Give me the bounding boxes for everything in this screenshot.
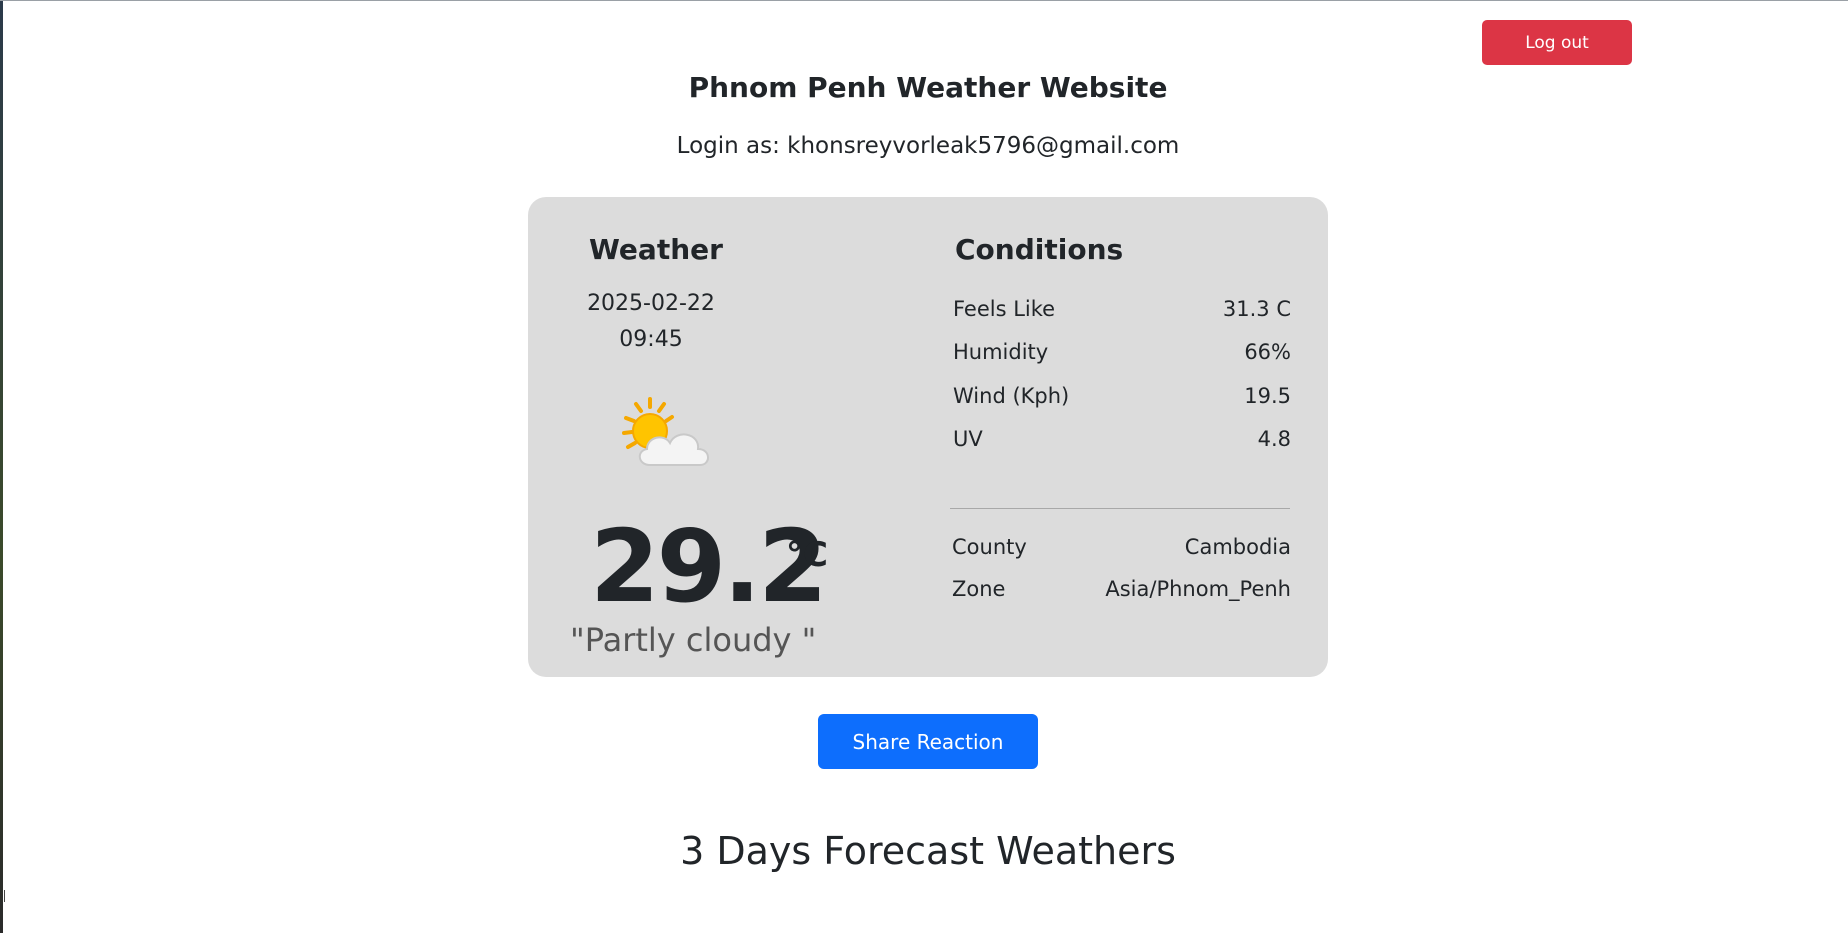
- condition-label: Wind (Kph): [953, 384, 1070, 408]
- condition-value: 19.5: [1244, 384, 1291, 408]
- conditions-divider: [950, 508, 1290, 509]
- login-status: Login as: khonsreyvorleak5796@gmail.com: [676, 133, 1180, 159]
- partly-cloudy-icon: [614, 393, 724, 473]
- condition-text: "Partly cloudy ": [570, 621, 817, 659]
- logout-button[interactable]: Log out: [1482, 20, 1632, 65]
- weather-date: 2025-02-22: [587, 291, 715, 316]
- condition-row-humidity: Humidity 66%: [953, 340, 1291, 370]
- condition-value: 31.3 C: [1222, 297, 1291, 321]
- weather-time: 09:45: [619, 327, 683, 352]
- condition-label: Humidity: [953, 340, 1049, 364]
- weather-heading: Weather: [589, 233, 723, 266]
- page: Log out Phnom Penh Weather Website Login…: [0, 0, 1848, 933]
- temperature-unit: °C: [786, 535, 828, 575]
- conditions-heading: Conditions: [955, 233, 1124, 266]
- condition-row-uv: UV 4.8: [953, 427, 1291, 457]
- location-value: Asia/Phnom_Penh: [1105, 577, 1291, 601]
- location-row-zone: Zone Asia/Phnom_Penh: [952, 577, 1291, 607]
- weather-card: Weather 2025-02-22 09:45 29.2 °C "Partly…: [528, 197, 1328, 677]
- location-label: County: [952, 535, 1027, 559]
- location-row-country: County Cambodia: [952, 535, 1291, 565]
- share-reaction-button[interactable]: Share Reaction: [818, 714, 1038, 769]
- forecast-title: 3 Days Forecast Weathers: [680, 829, 1176, 873]
- location-value: Cambodia: [1184, 535, 1291, 559]
- condition-value: 66%: [1244, 340, 1291, 364]
- condition-value: 4.8: [1257, 427, 1291, 451]
- location-label: Zone: [952, 577, 1006, 601]
- site-title: Phnom Penh Weather Website: [688, 71, 1168, 104]
- edge-mark: [4, 890, 5, 902]
- condition-row-feels-like: Feels Like 31.3 C: [953, 297, 1291, 327]
- condition-label: UV: [953, 427, 983, 451]
- condition-row-wind: Wind (Kph) 19.5: [953, 384, 1291, 414]
- condition-label: Feels Like: [953, 297, 1056, 321]
